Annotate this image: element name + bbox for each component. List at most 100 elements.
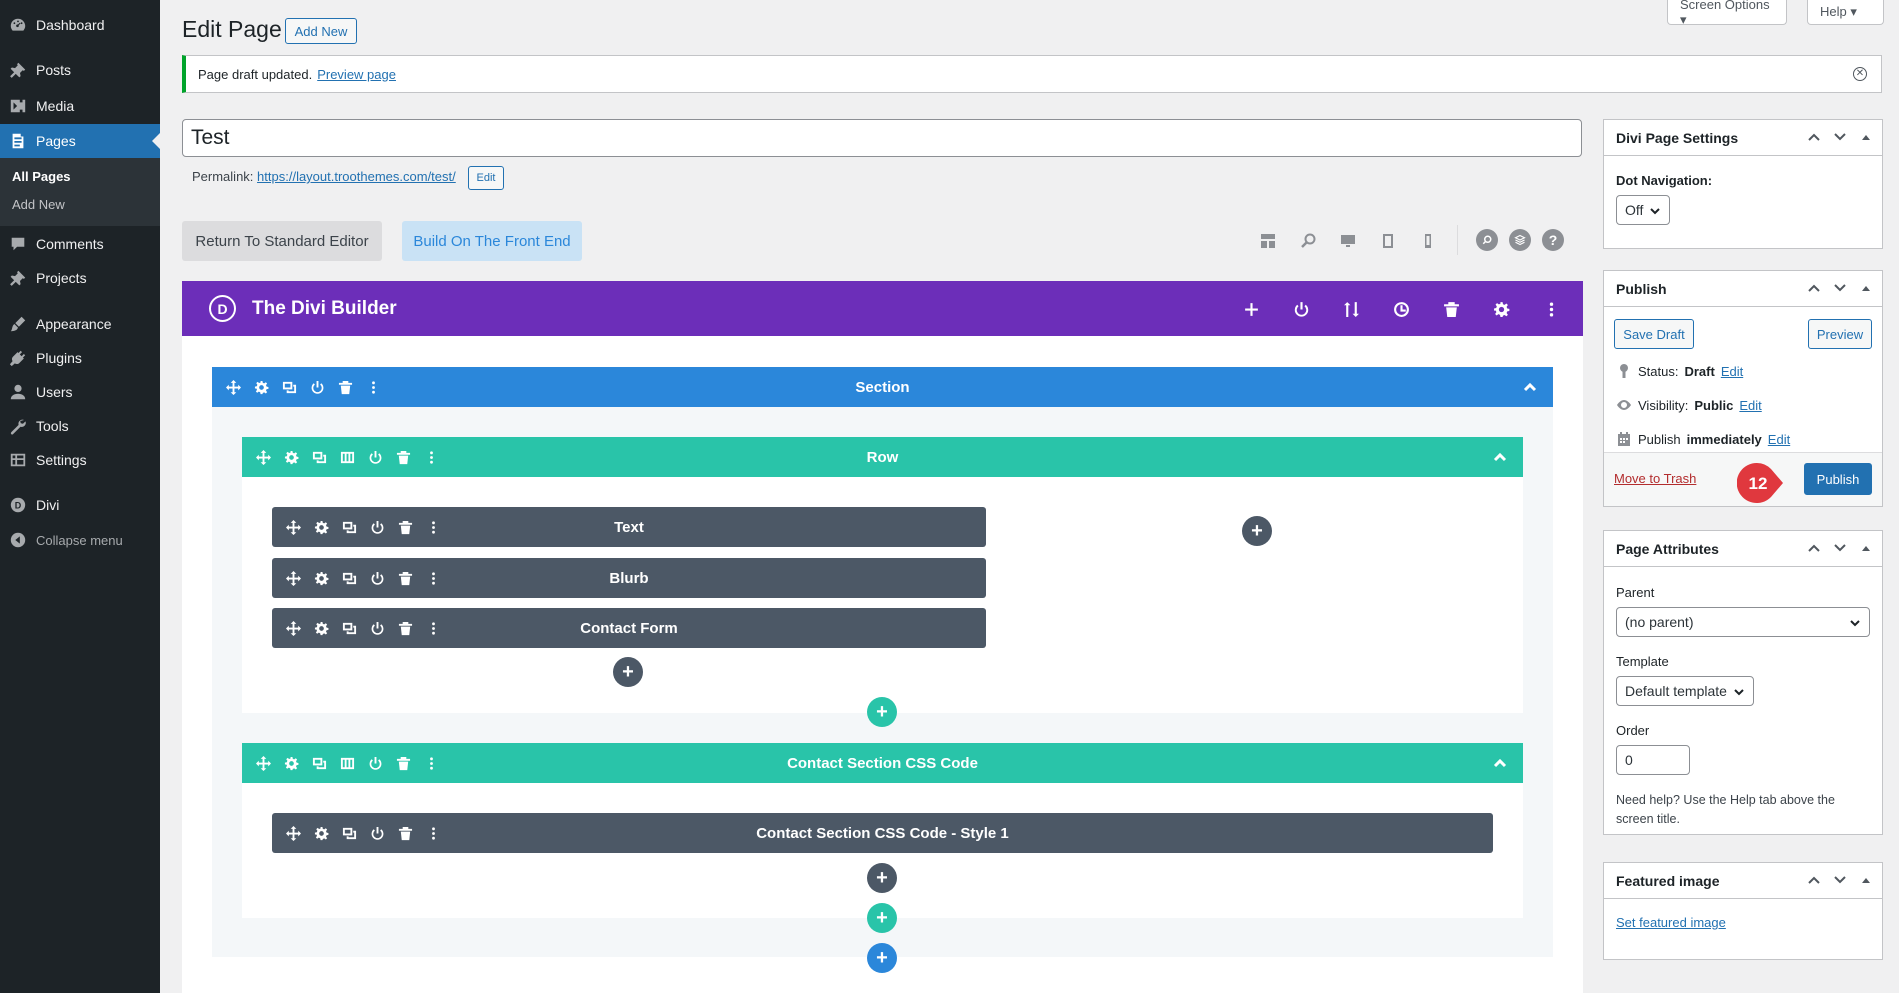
more-options-icon[interactable] (424, 569, 442, 587)
power-icon[interactable] (366, 448, 384, 466)
save-draft-button[interactable]: Save Draft (1614, 319, 1694, 349)
collapse-menu-button[interactable]: Collapse menu (0, 523, 160, 557)
submenu-all-pages[interactable]: All Pages (12, 169, 71, 184)
module-blurb[interactable]: Blurb (272, 558, 986, 598)
more-options-icon[interactable] (364, 378, 382, 396)
gear-icon[interactable] (282, 448, 300, 466)
section-bar[interactable]: Section (212, 367, 1553, 407)
power-icon[interactable] (366, 754, 384, 772)
add-section-button[interactable]: + (867, 943, 897, 973)
move-icon[interactable] (254, 754, 272, 772)
layers-icon[interactable] (1509, 229, 1531, 251)
sidebar-item-posts[interactable]: Posts (0, 53, 160, 87)
preview-page-link[interactable]: Preview page (317, 67, 396, 82)
chevron-down-icon[interactable] (1832, 280, 1848, 296)
trash-icon[interactable] (394, 754, 412, 772)
duplicate-icon[interactable] (340, 824, 358, 842)
more-options-icon[interactable] (1541, 299, 1561, 319)
gear-icon[interactable] (1491, 299, 1511, 319)
phone-view-icon[interactable] (1417, 230, 1439, 252)
power-icon[interactable] (308, 378, 326, 396)
permalink-url[interactable]: https://layout.troothemes.com/test/ (257, 169, 456, 184)
trash-icon[interactable] (396, 518, 414, 536)
build-on-front-end-button[interactable]: Build On The Front End (402, 221, 582, 261)
add-module-button[interactable]: + (613, 657, 643, 687)
more-options-icon[interactable] (424, 619, 442, 637)
screen-options-button[interactable]: Screen Options ▾ (1667, 0, 1787, 27)
set-featured-image-link[interactable]: Set featured image (1616, 915, 1726, 930)
duplicate-icon[interactable] (340, 619, 358, 637)
chevron-up-icon[interactable] (1806, 872, 1822, 888)
trash-icon[interactable] (394, 448, 412, 466)
power-icon[interactable] (368, 619, 386, 637)
move-icon[interactable] (284, 824, 302, 842)
chevron-down-icon[interactable] (1832, 872, 1848, 888)
add-module-button[interactable]: + (867, 863, 897, 893)
trash-icon[interactable] (396, 569, 414, 587)
collapse-row-icon[interactable] (1491, 448, 1509, 466)
duplicate-icon[interactable] (340, 518, 358, 536)
trash-icon[interactable] (1441, 299, 1461, 319)
box-header[interactable]: Page Attributes (1604, 531, 1882, 567)
chevron-up-icon[interactable] (1806, 129, 1822, 145)
order-input[interactable] (1616, 745, 1690, 775)
edit-status-link[interactable]: Edit (1721, 364, 1743, 379)
gear-icon[interactable] (312, 824, 330, 842)
columns-icon[interactable] (338, 754, 356, 772)
sidebar-item-plugins[interactable]: Plugins (0, 341, 160, 375)
collapse-section-icon[interactable] (1521, 378, 1539, 396)
move-icon[interactable] (224, 378, 242, 396)
sidebar-item-settings[interactable]: Settings (0, 443, 160, 477)
move-icon[interactable] (284, 569, 302, 587)
tablet-view-icon[interactable] (1377, 230, 1399, 252)
chevron-down-icon[interactable] (1832, 540, 1848, 556)
columns-icon[interactable] (338, 448, 356, 466)
dismiss-notice-icon[interactable]: ✕ (1853, 67, 1867, 81)
add-icon[interactable] (1241, 299, 1261, 319)
preview-button[interactable]: Preview (1808, 319, 1872, 349)
sidebar-item-comments[interactable]: Comments (0, 227, 160, 261)
chevron-up-icon[interactable] (1806, 540, 1822, 556)
dot-navigation-select[interactable]: Off (1616, 195, 1670, 225)
permalink-edit-button[interactable]: Edit (468, 166, 504, 190)
box-header[interactable]: Divi Page Settings (1604, 120, 1882, 156)
box-header[interactable]: Featured image (1604, 863, 1882, 899)
parent-select[interactable]: (no parent) (1616, 607, 1870, 637)
gear-icon[interactable] (312, 569, 330, 587)
page-title-input[interactable] (182, 119, 1582, 157)
zoom-icon[interactable] (1297, 230, 1319, 252)
duplicate-icon[interactable] (310, 448, 328, 466)
duplicate-icon[interactable] (280, 378, 298, 396)
help-icon[interactable]: ? (1542, 229, 1564, 251)
duplicate-icon[interactable] (310, 754, 328, 772)
gear-icon[interactable] (312, 518, 330, 536)
add-row-button[interactable]: + (867, 903, 897, 933)
module-contact-form[interactable]: Contact Form (272, 608, 986, 648)
power-icon[interactable] (368, 518, 386, 536)
more-options-icon[interactable] (424, 824, 442, 842)
move-icon[interactable] (254, 448, 272, 466)
more-options-icon[interactable] (422, 754, 440, 772)
submenu-add-new[interactable]: Add New (12, 197, 65, 212)
toggle-panel-icon[interactable] (1858, 872, 1874, 888)
return-to-standard-editor-button[interactable]: Return To Standard Editor (182, 221, 382, 261)
gear-icon[interactable] (252, 378, 270, 396)
trash-icon[interactable] (396, 619, 414, 637)
help-button[interactable]: Help ▾ (1807, 0, 1884, 25)
edit-publish-time-link[interactable]: Edit (1768, 432, 1790, 447)
move-icon[interactable] (284, 518, 302, 536)
row-bar[interactable]: Row (242, 437, 1523, 477)
sidebar-item-appearance[interactable]: Appearance (0, 307, 160, 341)
portability-icon[interactable] (1341, 299, 1361, 319)
toggle-panel-icon[interactable] (1858, 129, 1874, 145)
chevron-down-icon[interactable] (1832, 129, 1848, 145)
more-options-icon[interactable] (424, 518, 442, 536)
collapse-row-icon[interactable] (1491, 754, 1509, 772)
sidebar-item-pages[interactable]: Pages (0, 124, 160, 158)
add-row-button[interactable]: + (867, 697, 897, 727)
move-icon[interactable] (284, 619, 302, 637)
add-module-button[interactable]: + (1242, 516, 1272, 546)
trash-icon[interactable] (396, 824, 414, 842)
sidebar-item-projects[interactable]: Projects (0, 261, 160, 295)
box-header[interactable]: Publish (1604, 271, 1882, 307)
